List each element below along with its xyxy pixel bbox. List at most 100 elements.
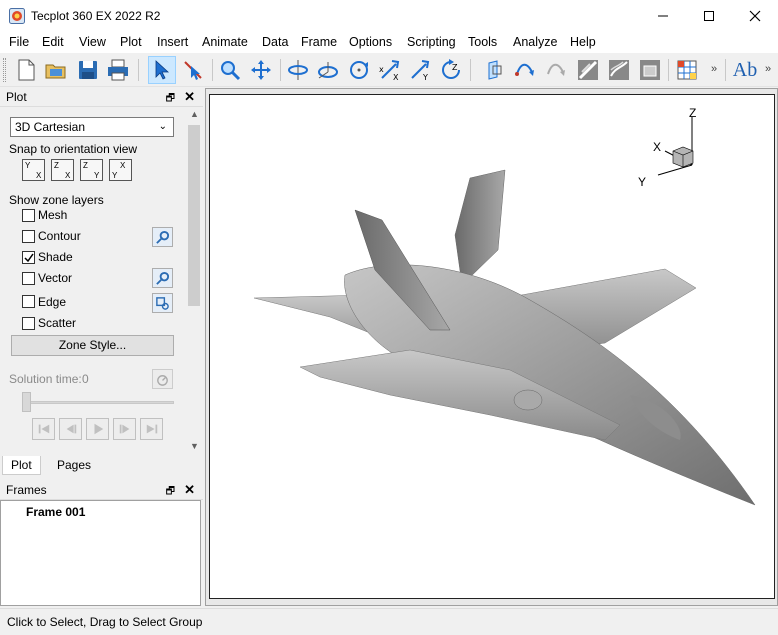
streamtrace-disabled-icon xyxy=(547,63,565,76)
tab-pages[interactable]: Pages xyxy=(49,456,99,475)
restore-icon[interactable]: 🗗 xyxy=(166,91,175,108)
edge-settings-button[interactable] xyxy=(152,293,173,313)
open-icon xyxy=(45,64,66,79)
svg-text:Y: Y xyxy=(422,73,428,82)
rotate-x-button[interactable]: xX xyxy=(376,56,404,84)
menu-options[interactable]: Options xyxy=(349,35,392,49)
orient-view-xy-button[interactable]: X Y xyxy=(109,159,132,181)
slice-button[interactable] xyxy=(481,56,509,84)
first-step-button[interactable] xyxy=(32,418,55,440)
toolbar-overflow-icon[interactable]: » xyxy=(711,63,717,75)
vector-label: Vector xyxy=(38,271,73,285)
scroll-down-icon[interactable]: ▼ xyxy=(190,441,199,451)
solution-time-slider-thumb[interactable] xyxy=(22,392,31,412)
plot-type-dropdown[interactable]: 3D Cartesian ⌄ xyxy=(10,117,174,137)
tab-plot[interactable]: Plot xyxy=(2,456,41,475)
mesh-checkbox[interactable] xyxy=(22,209,35,222)
toolbar-separator xyxy=(725,59,726,81)
adjust-tool-button[interactable] xyxy=(179,56,207,84)
checkmark-icon xyxy=(24,253,34,263)
menu-analyze[interactable]: Analyze xyxy=(513,35,557,49)
menu-frame[interactable]: Frame xyxy=(301,35,337,49)
menu-animate[interactable]: Animate xyxy=(202,35,248,49)
plot-type-value: 3D Cartesian xyxy=(15,120,86,134)
panel-close-icon[interactable]: ✕ xyxy=(184,482,195,498)
translate-button[interactable] xyxy=(247,56,275,84)
shade-checkbox[interactable] xyxy=(22,251,35,264)
plot-panel-scrollbar[interactable]: ▲ ▼ xyxy=(186,107,202,456)
toolbar-separator xyxy=(212,59,213,81)
toolbar-grip[interactable] xyxy=(3,58,6,82)
text-tool-icon: Ab xyxy=(732,58,758,81)
scroll-up-icon[interactable]: ▲ xyxy=(190,109,199,119)
streamtrace-button[interactable] xyxy=(512,56,540,84)
probe-button[interactable] xyxy=(574,56,602,84)
maximize-button[interactable] xyxy=(686,0,732,31)
minimize-button[interactable] xyxy=(640,0,686,31)
zoom-button[interactable] xyxy=(216,56,244,84)
vector-checkbox[interactable] xyxy=(22,272,35,285)
menu-edit[interactable]: Edit xyxy=(42,35,64,49)
orient-view-yx-button[interactable]: Y X xyxy=(22,159,45,181)
contour-checkbox[interactable] xyxy=(22,230,35,243)
settings-gear-icon xyxy=(156,296,169,310)
snap-orientation-label: Snap to orientation view xyxy=(9,142,138,156)
toolbar-separator xyxy=(280,59,281,81)
menu-tools[interactable]: Tools xyxy=(468,35,497,49)
menu-help[interactable]: Help xyxy=(570,35,596,49)
toolbar-separator xyxy=(138,59,139,81)
open-button[interactable] xyxy=(42,56,70,84)
select-tool-button[interactable] xyxy=(148,56,176,84)
sidebar-tabs: Plot Pages xyxy=(0,456,203,476)
save-button[interactable] xyxy=(74,56,102,84)
play-button[interactable] xyxy=(86,418,109,440)
scrollbar-thumb[interactable] xyxy=(188,125,200,306)
print-button[interactable] xyxy=(104,56,132,84)
orient-view-zy-button[interactable]: Z Y xyxy=(80,159,103,181)
zone-layers-label: Show zone layers xyxy=(9,193,104,207)
menu-view[interactable]: View xyxy=(79,35,106,49)
text-tool-button[interactable]: Ab xyxy=(731,56,759,84)
solution-time-slider-track[interactable] xyxy=(22,401,174,404)
menu-data[interactable]: Data xyxy=(262,35,288,49)
contour-label-icon xyxy=(609,60,629,80)
menu-file[interactable]: File xyxy=(9,35,29,49)
solution-time-settings-button[interactable] xyxy=(152,369,173,389)
frame-list-item[interactable]: Frame 001 xyxy=(26,505,85,519)
rotate-twist-button[interactable] xyxy=(345,56,373,84)
rotate-x-icon: xX xyxy=(379,60,400,82)
contour-legend-button[interactable] xyxy=(673,56,701,84)
zone-style-button[interactable]: Zone Style... xyxy=(11,335,174,356)
rotate-z-icon: Z xyxy=(442,59,460,79)
contour-label-button[interactable] xyxy=(605,56,633,84)
scatter-checkbox[interactable] xyxy=(22,317,35,330)
orient-view-zx-button[interactable]: Z X xyxy=(51,159,74,181)
streamtrace-disabled-button[interactable] xyxy=(543,56,571,84)
menu-insert[interactable]: Insert xyxy=(157,35,188,49)
step-forward-button[interactable] xyxy=(113,418,136,440)
frame-button[interactable] xyxy=(636,56,664,84)
vector-settings-button[interactable] xyxy=(152,268,173,288)
plot-viewport[interactable]: Z X Y xyxy=(209,94,775,599)
new-layout-icon xyxy=(18,59,35,81)
rotate-y-button[interactable]: Y xyxy=(406,56,434,84)
skip-first-icon xyxy=(38,424,49,434)
scatter-label: Scatter xyxy=(38,316,77,330)
axis-triad xyxy=(657,117,694,176)
rotate-rollerball-button[interactable] xyxy=(314,56,342,84)
plot-panel-header: Plot 🗗 ✕ xyxy=(0,87,203,107)
restore-icon[interactable]: 🗗 xyxy=(166,484,175,501)
new-layout-button[interactable] xyxy=(12,56,40,84)
edge-checkbox[interactable] xyxy=(22,295,35,308)
close-button[interactable] xyxy=(732,0,778,31)
panel-close-icon[interactable]: ✕ xyxy=(184,89,195,105)
last-step-button[interactable] xyxy=(140,418,163,440)
menu-scripting[interactable]: Scripting xyxy=(407,35,456,49)
menu-plot[interactable]: Plot xyxy=(120,35,142,49)
contour-settings-button[interactable] xyxy=(152,227,173,247)
toolbar-overflow-icon[interactable]: » xyxy=(765,63,771,75)
rotate-spherical-button[interactable] xyxy=(284,56,312,84)
rotate-z-button[interactable]: Z xyxy=(437,56,465,84)
step-back-button[interactable] xyxy=(59,418,82,440)
select-arrow-icon xyxy=(155,60,170,80)
